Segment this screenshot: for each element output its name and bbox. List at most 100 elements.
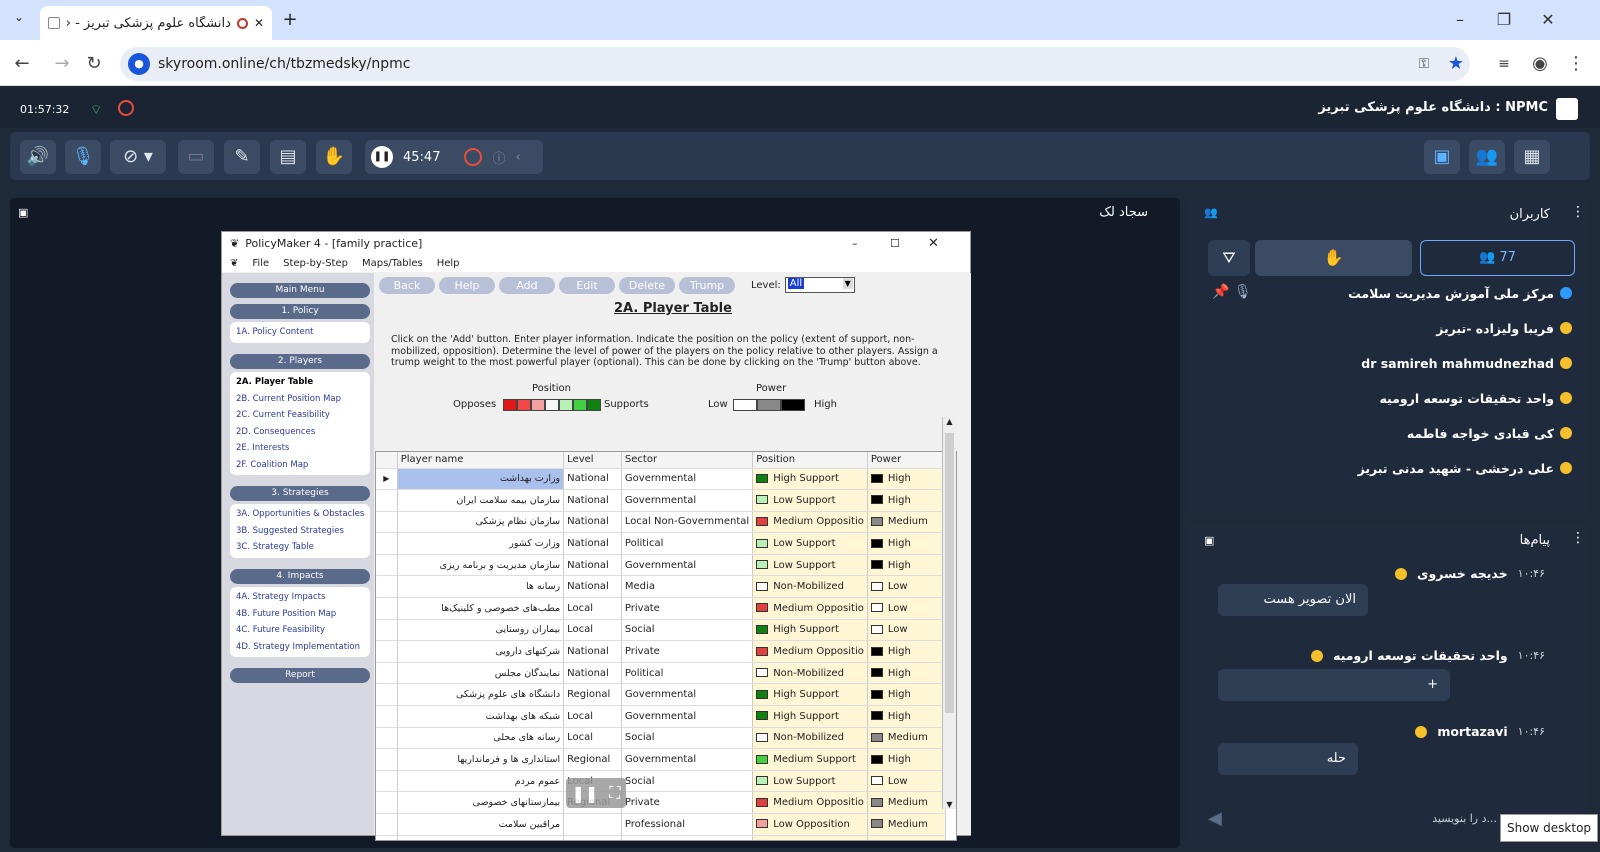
sector-cell[interactable]: Social bbox=[621, 770, 754, 793]
table-row[interactable]: دانشگاه های علوم پزشکی Regional Governme… bbox=[376, 683, 947, 707]
power-cell[interactable]: Medium bbox=[867, 511, 947, 534]
maximize-icon[interactable]: ❐ bbox=[1484, 8, 1524, 32]
col-player-name[interactable]: Player name bbox=[397, 452, 565, 469]
sector-cell[interactable]: Political bbox=[621, 532, 754, 555]
sector-cell[interactable]: Governmental bbox=[621, 683, 754, 707]
policy-button[interactable]: 1. Policy bbox=[230, 304, 370, 319]
add-button[interactable]: Add bbox=[499, 276, 555, 294]
position-cell[interactable]: Medium Oppositio bbox=[752, 791, 868, 814]
sidebar-item-4d[interactable]: 4D. Strategy Implementation bbox=[236, 639, 364, 656]
power-cell[interactable]: High bbox=[867, 554, 947, 577]
level-cell[interactable]: Local bbox=[563, 597, 622, 620]
col-level[interactable]: Level bbox=[563, 452, 622, 469]
level-cell[interactable]: Regional bbox=[563, 683, 622, 707]
back-button[interactable]: Back bbox=[379, 276, 435, 294]
table-row[interactable]: سازمان جهانی بهداشت ...onal Internationa… bbox=[376, 835, 947, 840]
row-marker[interactable] bbox=[376, 662, 398, 685]
table-row[interactable]: شبکه های بهداشت Local Governmental High … bbox=[376, 705, 947, 728]
player-name-cell[interactable]: مراقبین سلامت bbox=[397, 813, 565, 836]
speaker-icon[interactable]: 🔊 bbox=[20, 140, 56, 174]
screen-share-icon[interactable]: ▭ bbox=[178, 140, 214, 174]
level-cell[interactable]: National bbox=[563, 468, 622, 491]
sector-cell[interactable]: Local Non-Governmental bbox=[621, 511, 754, 534]
row-marker[interactable] bbox=[376, 532, 398, 555]
player-name-cell[interactable]: استانداری ها و فرمانداریها bbox=[397, 748, 565, 771]
row-marker[interactable] bbox=[376, 640, 398, 663]
close-window-icon[interactable]: ✕ bbox=[1528, 8, 1568, 32]
sector-cell[interactable]: Social bbox=[621, 619, 754, 642]
sector-cell[interactable]: Governmental bbox=[621, 748, 754, 771]
row-marker[interactable] bbox=[376, 705, 398, 728]
power-cell[interactable]: High bbox=[867, 683, 947, 707]
power-cell[interactable]: Low bbox=[867, 619, 947, 642]
player-name-cell[interactable]: نمایندگان مجلس bbox=[397, 662, 565, 685]
whiteboard-brush-icon[interactable]: ✎ bbox=[224, 140, 260, 174]
table-row[interactable]: سازمان مدیریت و برنامه ریزی National Gov… bbox=[376, 554, 947, 577]
scroll-up-icon[interactable]: ▲ bbox=[943, 417, 956, 426]
bookmark-star-icon[interactable]: ★ bbox=[1442, 50, 1470, 78]
col-position[interactable]: Position bbox=[752, 452, 868, 469]
chat-icon[interactable]: ▣ bbox=[1424, 140, 1460, 174]
power-cell[interactable]: Low bbox=[867, 770, 947, 793]
power-cell[interactable]: High bbox=[867, 640, 947, 663]
users-count-tab[interactable]: 👥 77 bbox=[1420, 240, 1575, 276]
forward-icon[interactable]: → bbox=[48, 50, 76, 78]
player-name-cell[interactable]: دانشگاه های علوم پزشکی bbox=[397, 683, 565, 707]
level-cell[interactable]: National bbox=[563, 640, 622, 663]
power-cell[interactable]: Low bbox=[867, 575, 947, 599]
sidebar-item-2d[interactable]: 2D. Consequences bbox=[236, 424, 364, 441]
menu-kebab-icon[interactable]: ⋮ bbox=[1562, 50, 1590, 78]
power-cell[interactable]: High bbox=[867, 705, 947, 728]
position-cell[interactable]: Medium Oppositio bbox=[752, 640, 868, 663]
row-marker[interactable] bbox=[376, 727, 398, 750]
strategies-button[interactable]: 3. Strategies bbox=[230, 486, 370, 501]
close-tab-icon[interactable]: ✕ bbox=[254, 16, 264, 30]
row-marker[interactable] bbox=[376, 770, 398, 793]
sector-cell[interactable]: Political bbox=[621, 662, 754, 685]
table-row[interactable]: عموم مردم Local Social Low Support Low bbox=[376, 770, 947, 793]
player-name-cell[interactable]: بیمارستانهای خصوصی bbox=[397, 791, 565, 814]
table-row[interactable]: استانداری ها و فرمانداریها Regional Gove… bbox=[376, 748, 947, 771]
level-cell[interactable] bbox=[563, 813, 622, 836]
position-cell[interactable]: Non-Mobilized bbox=[752, 662, 868, 685]
sidebar-item-2b[interactable]: 2B. Current Position Map bbox=[236, 391, 364, 408]
filter-icon[interactable]: ⛛ bbox=[1208, 240, 1250, 276]
level-cell[interactable]: National bbox=[563, 554, 622, 577]
position-cell[interactable]: Non-Mobilized bbox=[752, 575, 868, 599]
row-marker[interactable] bbox=[376, 748, 398, 771]
pm-maximize-icon[interactable]: ☐ bbox=[890, 237, 900, 250]
position-cell[interactable]: High Support bbox=[752, 619, 868, 642]
position-cell[interactable]: Low Support bbox=[752, 770, 868, 793]
player-name-cell[interactable]: سازمان مدیریت و برنامه ریزی bbox=[397, 554, 565, 577]
position-cell[interactable]: Medium Oppositio bbox=[752, 597, 868, 620]
apps-grid-icon[interactable]: ▦ bbox=[1514, 140, 1550, 174]
pin-mic-icon[interactable]: 📌 🎙 bbox=[1212, 284, 1252, 300]
sector-cell[interactable]: Professional bbox=[621, 813, 754, 836]
table-row[interactable]: بیمارستانهای خصوصی Regional Private Medi… bbox=[376, 791, 947, 814]
position-cell[interactable]: High Support bbox=[752, 683, 868, 707]
users-icon[interactable]: 👥 bbox=[1469, 140, 1505, 174]
level-cell[interactable]: National bbox=[563, 662, 622, 685]
level-cell[interactable]: ...onal bbox=[563, 835, 622, 840]
row-marker[interactable] bbox=[376, 791, 398, 814]
row-marker[interactable]: ▶ bbox=[376, 468, 398, 491]
sector-cell[interactable]: Private bbox=[621, 791, 754, 814]
sidebar-item-1a[interactable]: 1A. Policy Content bbox=[236, 324, 364, 341]
main-menu-button[interactable]: Main Menu bbox=[230, 283, 370, 298]
minimize-icon[interactable]: – bbox=[1440, 8, 1480, 32]
pm-close-icon[interactable]: ✕ bbox=[928, 236, 939, 251]
table-row[interactable]: وزارت کشور National Political Low Suppor… bbox=[376, 532, 947, 555]
microphone-icon[interactable]: 🎙 bbox=[65, 140, 101, 174]
menu-maps-tables[interactable]: Maps/Tables bbox=[362, 258, 423, 269]
row-marker[interactable] bbox=[376, 489, 398, 512]
edit-button[interactable]: Edit bbox=[559, 276, 615, 294]
position-cell[interactable]: High Support bbox=[752, 705, 868, 728]
col-power[interactable]: Power bbox=[867, 452, 947, 469]
sidebar-item-4c[interactable]: 4C. Future Feasibility bbox=[236, 622, 364, 639]
level-cell[interactable]: National bbox=[563, 532, 622, 555]
table-row[interactable]: بیماران روستایی Local Social High Suppor… bbox=[376, 619, 947, 642]
sidebar-item-3a[interactable]: 3A. Opportunities & Obstacles bbox=[236, 506, 364, 523]
sidebar-item-4a[interactable]: 4A. Strategy Impacts bbox=[236, 589, 364, 606]
profile-icon[interactable]: ◉ bbox=[1526, 50, 1554, 78]
media-control-icon[interactable]: ≡ bbox=[1490, 50, 1518, 78]
